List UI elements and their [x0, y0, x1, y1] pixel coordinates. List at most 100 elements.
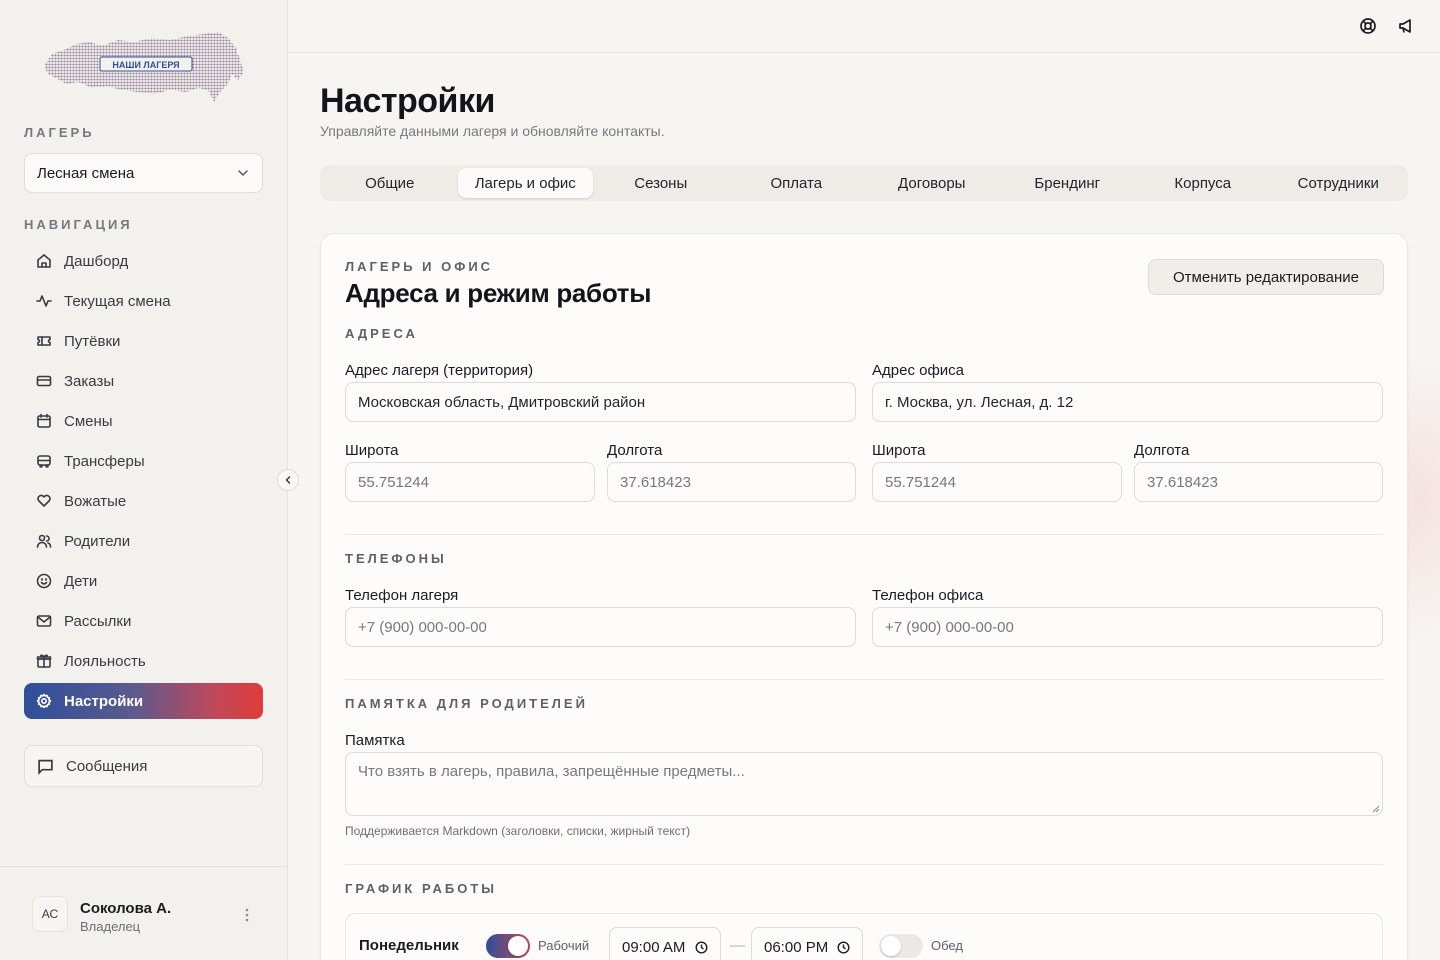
sidebar-item-label: Путёвки — [64, 332, 121, 350]
page-subtitle: Управляйте данными лагеря и обновляйте к… — [320, 123, 665, 139]
time-separator: — — [730, 937, 745, 954]
divider — [345, 534, 1383, 535]
camp-address-input[interactable]: Московская область, Дмитровский район — [345, 382, 856, 422]
camp-select[interactable]: Лесная смена — [24, 153, 263, 193]
tab-camp-office[interactable]: Лагерь и офис — [457, 168, 593, 198]
smile-icon — [36, 573, 52, 589]
sidebar-item-label: Вожатые — [64, 492, 127, 510]
camp-longitude-input[interactable]: 37.618423 — [607, 462, 856, 502]
sidebar-item-shifts[interactable]: Смены — [24, 403, 263, 439]
calendar-icon — [37, 413, 51, 428]
megaphone-icon[interactable] — [1397, 17, 1415, 35]
sidebar-nav: Дашборд Текущая смена Путёвки Заказы Сме… — [24, 243, 263, 723]
sidebar-item-settings[interactable]: Настройки — [24, 683, 263, 719]
office-address-input[interactable]: г. Москва, ул. Лесная, д. 12 — [872, 382, 1383, 422]
avatar[interactable]: АС — [32, 896, 68, 932]
sidebar-item-transfers[interactable]: Трансферы — [24, 443, 263, 479]
camp-latitude-input[interactable]: 55.751244 — [345, 462, 595, 502]
office-longitude-label: Долгота — [1134, 442, 1190, 459]
camp-phone-input[interactable]: +7 (900) 000-00-00 — [345, 607, 856, 647]
sidebar: НАШИ ЛАГЕРЯ ЛАГЕРЬ Лесная смена НАВИГАЦИ… — [0, 0, 288, 960]
sidebar-item-children[interactable]: Дети — [24, 563, 263, 599]
gear-icon — [36, 693, 52, 709]
settings-card: ЛАГЕРЬ И ОФИС Адреса и режим работы Отме… — [320, 233, 1408, 960]
user-role: Владелец — [80, 919, 141, 934]
card-title: Адреса и режим работы — [345, 278, 652, 308]
toggle-knob — [508, 936, 528, 956]
mail-icon — [36, 615, 52, 627]
office-latitude-input[interactable]: 55.751244 — [872, 462, 1122, 502]
sidebar-item-orders[interactable]: Заказы — [24, 363, 263, 399]
office-phone-label: Телефон офиса — [872, 587, 984, 604]
sidebar-item-label: Трансферы — [64, 452, 145, 470]
sidebar-item-counselors[interactable]: Вожатые — [24, 483, 263, 519]
activity-icon — [36, 295, 52, 307]
sidebar-item-label: Дети — [64, 572, 98, 590]
sidebar-item-mailings[interactable]: Рассылки — [24, 603, 263, 639]
chat-icon — [38, 759, 53, 775]
tab-payment[interactable]: Оплата — [729, 168, 865, 198]
nav-section-label: НАВИГАЦИЯ — [24, 217, 133, 232]
card-icon — [36, 375, 52, 387]
lunch-toggle[interactable] — [879, 934, 923, 958]
sidebar-item-label: Родители — [64, 532, 131, 550]
tab-contracts[interactable]: Договоры — [864, 168, 1000, 198]
tab-buildings[interactable]: Корпуса — [1135, 168, 1271, 198]
clock-icon — [695, 940, 708, 954]
camp-address-label: Адрес лагеря (территория) — [345, 362, 534, 379]
working-day-label: Рабочий — [538, 938, 590, 953]
messages-button[interactable]: Сообщения — [24, 745, 263, 787]
memo-textarea[interactable]: Что взять в лагерь, правила, запрещённые… — [345, 752, 1383, 816]
sidebar-item-vouchers[interactable]: Путёвки — [24, 323, 263, 359]
working-day-toggle[interactable] — [486, 934, 530, 958]
memo-placeholder: Что взять в лагерь, правила, запрещённые… — [358, 763, 745, 780]
user-panel: АС Соколова А. Владелец — [0, 866, 287, 960]
bus-icon — [37, 455, 51, 468]
sidebar-item-label: Смены — [64, 412, 113, 430]
schedule-row: Понедельник Рабочий 09:00 AM — 06:00 PM … — [345, 913, 1383, 960]
camp-section-label: ЛАГЕРЬ — [24, 125, 95, 140]
tab-general[interactable]: Общие — [322, 168, 458, 198]
divider — [345, 679, 1383, 680]
tab-branding[interactable]: Брендинг — [1000, 168, 1136, 198]
office-phone-input[interactable]: +7 (900) 000-00-00 — [872, 607, 1383, 647]
divider — [345, 864, 1383, 865]
tab-seasons[interactable]: Сезоны — [593, 168, 729, 198]
card-eyebrow: ЛАГЕРЬ И ОФИС — [345, 259, 494, 274]
addresses-section-label: АДРЕСА — [345, 326, 418, 341]
resize-grip-icon[interactable] — [1370, 803, 1380, 813]
sidebar-item-label: Рассылки — [64, 612, 132, 630]
office-longitude-input[interactable]: 37.618423 — [1134, 462, 1383, 502]
topbar — [288, 0, 1440, 53]
settings-tabs: Общие Лагерь и офис Сезоны Оплата Догово… — [320, 165, 1408, 201]
memo-label: Памятка — [345, 732, 405, 749]
camp-select-value: Лесная смена — [37, 164, 135, 182]
home-icon — [37, 254, 51, 268]
page-title: Настройки — [320, 82, 495, 120]
sidebar-item-dashboard[interactable]: Дашборд — [24, 243, 263, 279]
sidebar-item-current-shift[interactable]: Текущая смена — [24, 283, 263, 319]
close-time-value: 06:00 PM — [764, 938, 829, 956]
sidebar-item-label: Лояльность — [64, 652, 146, 670]
toggle-knob — [881, 936, 901, 956]
tab-staff[interactable]: Сотрудники — [1271, 168, 1407, 198]
heart-hand-icon — [37, 494, 51, 507]
messages-label: Сообщения — [66, 757, 148, 775]
lifebuoy-icon[interactable] — [1359, 17, 1377, 35]
lunch-label: Обед — [931, 938, 963, 953]
sidebar-item-parents[interactable]: Родители — [24, 523, 263, 559]
logo-text: НАШИ ЛАГЕРЯ — [112, 60, 179, 70]
sidebar-item-label: Дашборд — [64, 252, 129, 270]
camp-latitude-label: Широта — [345, 442, 399, 459]
camp-longitude-label: Долгота — [607, 442, 663, 459]
cancel-edit-button[interactable]: Отменить редактирование — [1148, 259, 1384, 295]
office-latitude-label: Широта — [872, 442, 926, 459]
more-vertical-icon[interactable] — [240, 905, 254, 925]
sidebar-item-loyalty[interactable]: Лояльность — [24, 643, 263, 679]
open-time-input[interactable]: 09:00 AM — [609, 927, 721, 960]
logo: НАШИ ЛАГЕРЯ — [44, 32, 244, 102]
users-icon — [36, 534, 52, 548]
collapse-sidebar-button[interactable] — [277, 469, 299, 491]
close-time-input[interactable]: 06:00 PM — [751, 927, 863, 960]
clock-icon — [837, 940, 850, 954]
